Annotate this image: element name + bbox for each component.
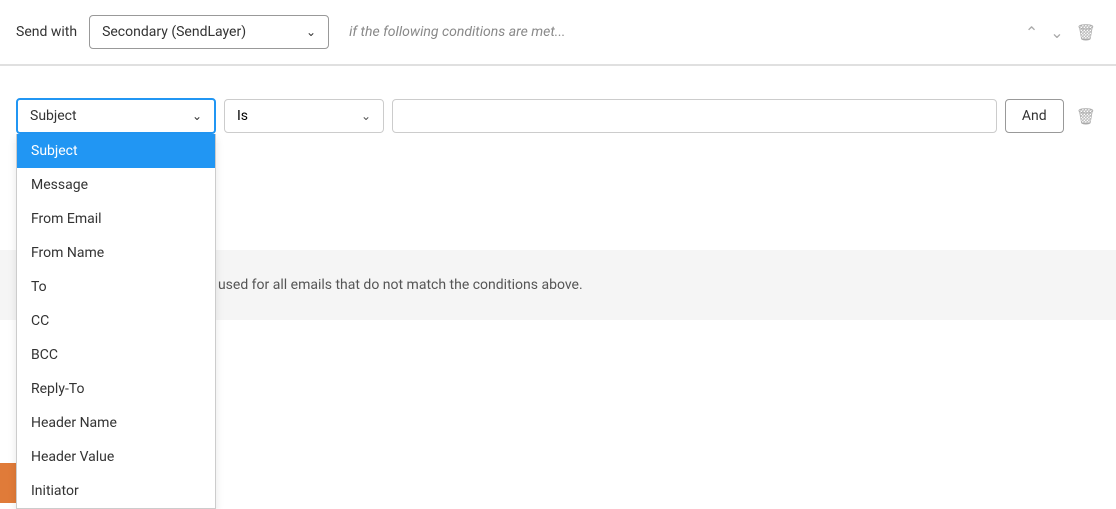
dropdown-item-message[interactable]: Message xyxy=(17,168,215,202)
move-down-button[interactable]: ⌄ xyxy=(1046,19,1067,46)
field-chevron-down-icon: ⌄ xyxy=(192,109,202,123)
field-dropdown-wrapper: Subject ⌄ Subject Message From Email Fro… xyxy=(16,98,216,134)
dropdown-item-header-value[interactable]: Header Value xyxy=(17,440,215,474)
dropdown-item-to[interactable]: To xyxy=(17,270,215,304)
send-with-label: Send with xyxy=(16,24,77,40)
connection-dropdown-value: Secondary (SendLayer) xyxy=(102,24,246,40)
bottom-text-after: will be used for all emails that do not … xyxy=(175,277,583,293)
field-dropdown-menu: Subject Message From Email From Name To … xyxy=(16,134,216,509)
move-up-button[interactable]: ⌃ xyxy=(1021,19,1042,46)
field-dropdown-value: Subject xyxy=(30,108,77,124)
dropdown-item-from-name[interactable]: From Name xyxy=(17,236,215,270)
operator-dropdown-value: Is xyxy=(237,108,248,124)
dropdown-item-subject[interactable]: Subject xyxy=(17,134,215,168)
delete-condition-button[interactable]: 🗑 xyxy=(1072,103,1100,130)
operator-dropdown[interactable]: Is ⌄ xyxy=(224,99,384,133)
conditions-text: if the following conditions are met... xyxy=(341,24,1009,40)
and-button[interactable]: And xyxy=(1005,99,1064,133)
dropdown-item-header-name[interactable]: Header Name xyxy=(17,406,215,440)
connection-dropdown[interactable]: Secondary (SendLayer) ⌄ xyxy=(89,15,329,49)
value-input[interactable] xyxy=(392,99,997,133)
operator-chevron-down-icon: ⌄ xyxy=(361,109,371,123)
chevron-down-icon: ⌄ xyxy=(306,25,316,39)
dropdown-item-from-email[interactable]: From Email xyxy=(17,202,215,236)
top-controls: ⌃ ⌄ 🗑 xyxy=(1021,19,1100,46)
dropdown-item-bcc[interactable]: BCC xyxy=(17,338,215,372)
condition-row: Subject ⌄ Subject Message From Email Fro… xyxy=(0,82,1116,150)
dropdown-item-reply-to[interactable]: Reply-To xyxy=(17,372,215,406)
delete-rule-button[interactable]: 🗑 xyxy=(1072,19,1100,46)
field-dropdown[interactable]: Subject ⌄ xyxy=(16,98,216,134)
dropdown-item-cc[interactable]: CC xyxy=(17,304,215,338)
top-bar: Send with Secondary (SendLayer) ⌄ if the… xyxy=(0,0,1116,65)
